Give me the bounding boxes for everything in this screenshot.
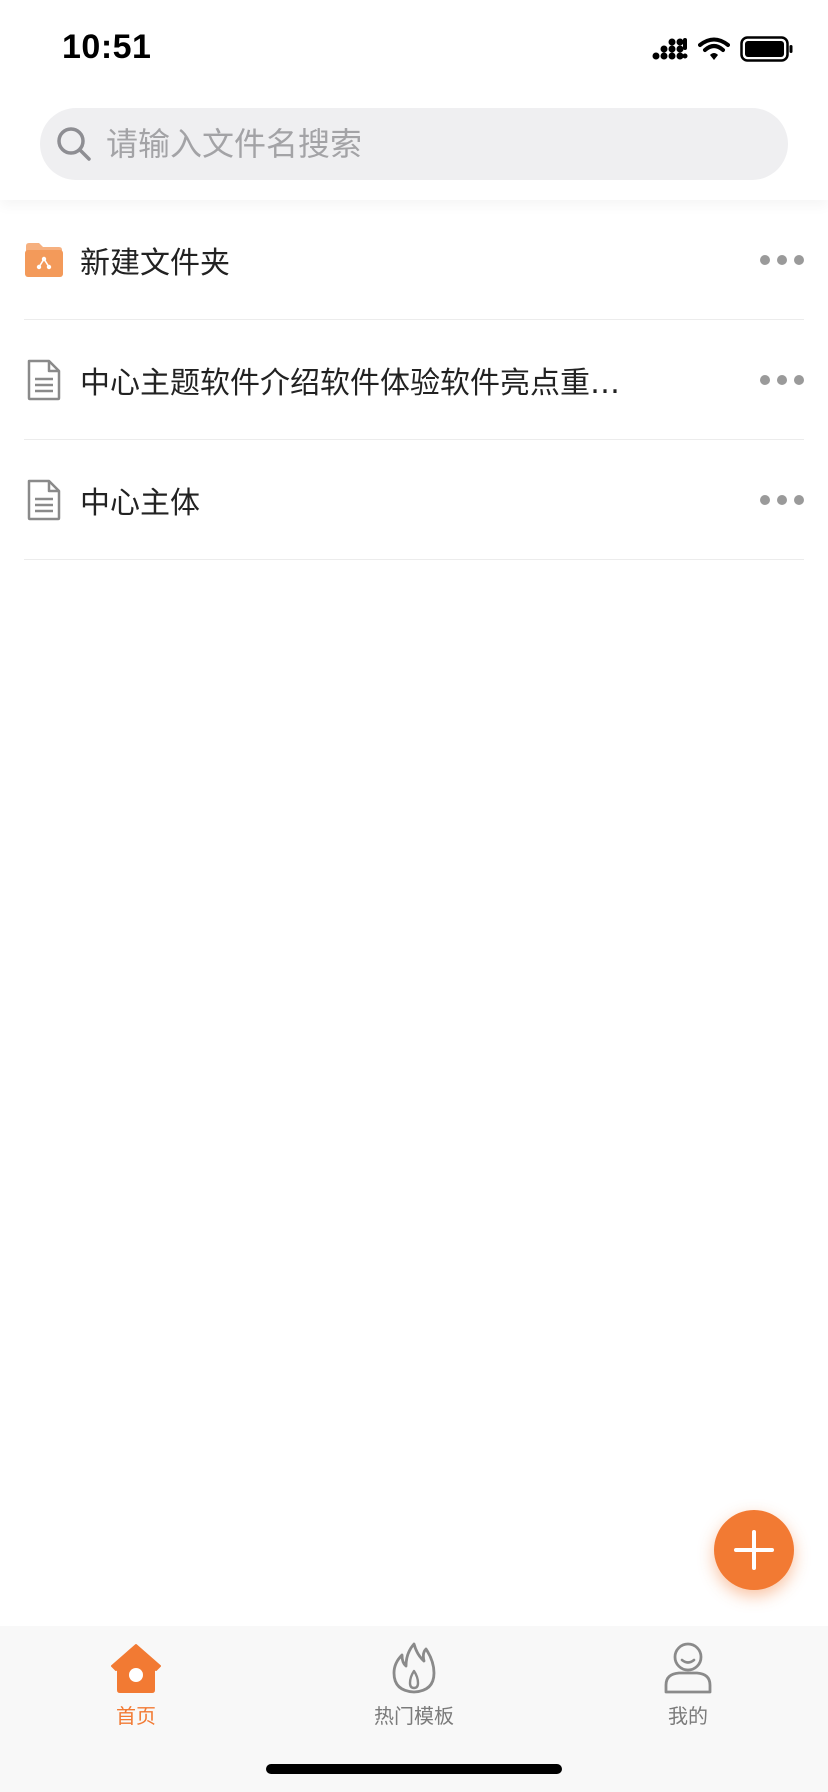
home-indicator[interactable] [266, 1764, 562, 1774]
more-icon-dot [777, 374, 787, 385]
file-row-document[interactable]: 中心主体 [24, 440, 804, 560]
tab-label: 首页 [116, 1704, 156, 1728]
more-icon-dot [794, 494, 804, 505]
signal-icon [652, 38, 688, 60]
user-icon [658, 1640, 718, 1696]
folder-icon [24, 238, 64, 282]
file-row-folder[interactable]: 新建文件夹 [24, 200, 804, 320]
more-icon [760, 374, 770, 385]
wifi-icon [698, 37, 730, 60]
add-button[interactable] [714, 1510, 794, 1590]
search-bar[interactable] [40, 108, 788, 180]
more-button[interactable] [760, 485, 804, 515]
more-button[interactable] [760, 365, 804, 395]
status-time: 10:51 [62, 28, 152, 66]
tab-templates[interactable]: 热门模板 [334, 1640, 494, 1729]
flame-icon [384, 1640, 444, 1696]
header: 10:51 [0, 0, 828, 200]
status-bar: 10:51 [0, 0, 828, 100]
document-icon [24, 478, 64, 522]
tab-label: 热门模板 [374, 1704, 454, 1728]
file-list: 新建文件夹 中心主题软件介绍软件体验软件亮点重… 中心主体 [24, 200, 804, 560]
more-button[interactable] [760, 245, 804, 275]
file-name: 中心主题软件介绍软件体验软件亮点重… [80, 365, 620, 401]
file-name: 中心主体 [80, 485, 200, 521]
home-icon [106, 1640, 166, 1696]
tab-label: 我的 [668, 1704, 708, 1728]
search-input[interactable] [104, 113, 748, 175]
plus-icon [734, 1530, 774, 1570]
more-icon-dot [794, 374, 804, 385]
file-row-document[interactable]: 中心主题软件介绍软件体验软件亮点重… [24, 320, 804, 440]
tab-mine[interactable]: 我的 [608, 1640, 768, 1729]
search-icon [57, 127, 91, 161]
more-icon-dot [794, 254, 804, 265]
more-icon [760, 494, 770, 505]
status-icons [652, 36, 794, 62]
battery-icon [740, 36, 793, 62]
tab-home[interactable]: 首页 [56, 1640, 216, 1729]
more-icon-dot [777, 494, 787, 505]
file-name: 新建文件夹 [80, 245, 230, 281]
document-icon [24, 358, 64, 402]
more-icon [760, 254, 770, 265]
more-icon-dot [777, 254, 787, 265]
